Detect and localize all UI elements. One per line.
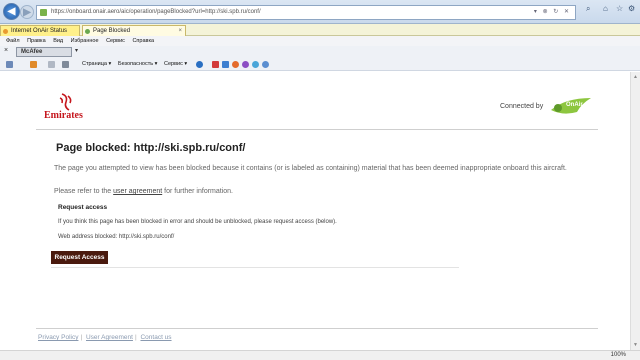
section-divider (51, 267, 459, 268)
zoom-level[interactable]: 100% (611, 352, 626, 358)
tab-page-blocked[interactable]: Page Blocked × (82, 25, 186, 36)
addon-icon[interactable] (242, 61, 249, 68)
back-button[interactable]: ◀ (3, 3, 20, 20)
menu-view[interactable]: Вид (53, 38, 63, 44)
footer-separator: | (80, 334, 83, 341)
footer-separator: | (134, 334, 137, 341)
addon-icon[interactable] (222, 61, 229, 68)
tab-favicon-icon (3, 29, 8, 34)
safety-menu[interactable]: Безопасность ▾ (118, 58, 157, 71)
footer-links: Privacy Policy | User Agreement | Contact … (38, 334, 172, 341)
feeds-icon[interactable] (30, 61, 37, 68)
user-agreement-footer-link[interactable]: User Agreement (86, 334, 133, 341)
menu-tools[interactable]: Сервис (106, 38, 125, 44)
footer-divider (36, 328, 598, 329)
mcafee-button[interactable]: McAfee (16, 47, 72, 57)
tab-internet-onair-status[interactable]: Internet OnAir Status (0, 25, 80, 36)
chevron-down-icon[interactable]: ▾ (75, 47, 78, 54)
close-toolbar-icon[interactable]: × (4, 47, 8, 54)
tools-menu[interactable]: Сервис ▾ (164, 58, 187, 71)
address-controls[interactable]: ▾ ⊗ ↻ ✕ (534, 6, 571, 19)
address-bar[interactable]: https://onboard.onair.aero/aic/operation… (36, 5, 576, 20)
emirates-wordmark: Emirates (44, 110, 83, 121)
mcafee-toolbar: × McAfee ▾ (0, 46, 640, 58)
menu-bar: Файл Правка Вид Избранное Сервис Справка (0, 36, 640, 46)
forward-button[interactable]: ▶ (20, 5, 34, 19)
address-text: https://onboard.onair.aero/aic/operation… (51, 9, 261, 15)
page-menu[interactable]: Страница ▾ (82, 58, 111, 71)
command-bar: Страница ▾ Безопасность ▾ Сервис ▾ (0, 58, 640, 71)
request-access-heading: Request access (58, 204, 108, 211)
page-content: Emirates Connected by OnAir Page blocked… (0, 72, 630, 350)
page-title: Page blocked: http://ski.spb.ru/conf/ (56, 142, 246, 154)
addon-icon[interactable] (252, 61, 259, 68)
addon-icon[interactable] (262, 61, 269, 68)
home-icon[interactable] (6, 61, 13, 68)
connected-by-label: Connected by (500, 103, 544, 110)
contact-us-link[interactable]: Contact us (140, 334, 171, 341)
header-divider (36, 129, 598, 130)
menu-file[interactable]: Файл (6, 38, 20, 44)
vertical-scrollbar[interactable]: ▲ ▼ (630, 72, 640, 350)
status-bar: 100% (0, 350, 640, 360)
home-icon[interactable]: ⌂ (603, 4, 608, 13)
refer-text: Please refer to the user agreement for f… (54, 188, 233, 195)
request-access-text: If you think this page has been blocked … (58, 219, 337, 225)
help-icon[interactable] (196, 61, 203, 68)
search-icon[interactable]: ⌕ (586, 4, 590, 14)
site-favicon-icon (40, 9, 47, 16)
tab-label: Page Blocked (93, 28, 131, 34)
menu-help[interactable]: Справка (132, 38, 154, 44)
tab-bar: Internet OnAir Status Page Blocked × (0, 24, 640, 36)
request-access-button[interactable]: Request Access (51, 251, 108, 264)
blocked-message: The page you attempted to view has been … (54, 165, 567, 172)
browser-toolbar: ◀ ▶ https://onboard.onair.aero/aic/opera… (0, 0, 640, 24)
menu-edit[interactable]: Правка (27, 38, 46, 44)
user-agreement-link[interactable]: user agreement (113, 188, 162, 195)
addon-icon[interactable] (232, 61, 239, 68)
favorites-star-icon[interactable]: ☆ (616, 4, 623, 13)
addon-icon[interactable] (212, 61, 219, 68)
scroll-down-icon[interactable]: ▼ (633, 342, 638, 348)
privacy-policy-link[interactable]: Privacy Policy (38, 334, 78, 341)
menu-favorites[interactable]: Избранное (71, 38, 99, 44)
scroll-up-icon[interactable]: ▲ (633, 74, 638, 80)
print-icon[interactable] (62, 61, 69, 68)
blocked-address-text: Web address blocked: http://ski.spb.ru/c… (58, 234, 175, 240)
settings-gear-icon[interactable]: ⚙ (628, 4, 635, 13)
mail-icon[interactable] (48, 61, 55, 68)
tab-favicon-icon (85, 29, 90, 34)
tab-label: Internet OnAir Status (11, 28, 68, 34)
onair-label: OnAir (566, 102, 583, 108)
mcafee-label: McAfee (21, 49, 43, 55)
